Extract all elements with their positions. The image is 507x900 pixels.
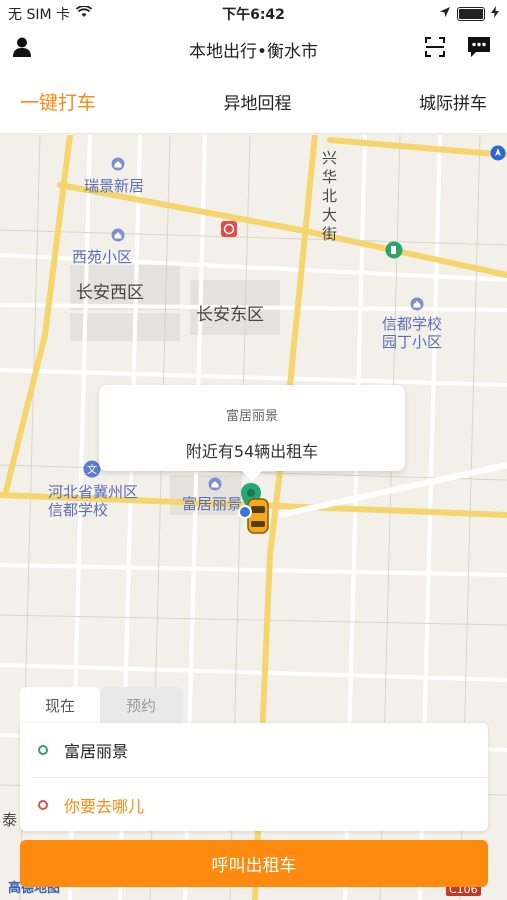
message-button[interactable] (457, 29, 501, 69)
time-tabs: 现在 预约 (20, 687, 182, 724)
battery-icon (457, 7, 485, 21)
map-area-changan-east: 长安东区 (196, 305, 264, 325)
tab-intercity-carpool[interactable]: 城际拼车 (419, 89, 487, 114)
user-icon (11, 36, 33, 62)
callout-subtitle: 附近有54辆出租车 (185, 442, 319, 461)
tab-reserve[interactable]: 预约 (100, 687, 182, 724)
scan-icon (424, 36, 446, 62)
status-time: 下午6:42 (222, 7, 285, 23)
profile-button[interactable] (0, 29, 44, 69)
map-edge-label: 泰 (2, 811, 18, 829)
map-area-changan-west: 长安西区 (76, 283, 144, 303)
service-tabs: 一键打车 异地回程 城际拼车 (0, 70, 507, 134)
tab-now[interactable]: 现在 (20, 687, 100, 724)
callout-title: 富居丽景 (225, 409, 278, 424)
tab-taxi[interactable]: 一键打车 (20, 88, 96, 115)
app-header: 本地出行•衡水市 (0, 28, 507, 70)
map-poi-xiyuan: 西苑小区 (72, 248, 133, 266)
pickup-value: 富居丽景 (64, 742, 129, 761)
call-taxi-button[interactable]: 呼叫出租车 (20, 840, 488, 887)
destination-dot-icon (38, 800, 48, 810)
svg-text:文: 文 (87, 463, 97, 476)
chat-icon (466, 35, 492, 63)
location-card: 富居丽景 你要去哪儿 (20, 723, 488, 831)
destination-field[interactable]: 你要去哪儿 (32, 777, 488, 832)
map-street-xinghua: 兴华北大街 (322, 149, 338, 243)
map-poi-hebei-school: 河北省冀州区信都学校 (48, 483, 139, 519)
scan-button[interactable] (413, 29, 457, 69)
map-poi-ruijing: 瑞景新居 (84, 177, 145, 195)
pickup-field[interactable]: 富居丽景 (20, 723, 488, 777)
header-actions (413, 29, 507, 69)
map-poi-xindu-school: 信都学校园丁小区 (382, 315, 443, 351)
destination-placeholder: 你要去哪儿 (64, 797, 145, 816)
status-bar: 无 SIM 卡 下午6:42 (0, 0, 507, 28)
pickup-callout: 富居丽景 附近有54辆出租车 (99, 385, 405, 481)
map-poi-fuju: 富居丽景 (182, 495, 243, 513)
tab-return-trip[interactable]: 异地回程 (224, 89, 292, 114)
pickup-dot-icon (38, 745, 48, 755)
